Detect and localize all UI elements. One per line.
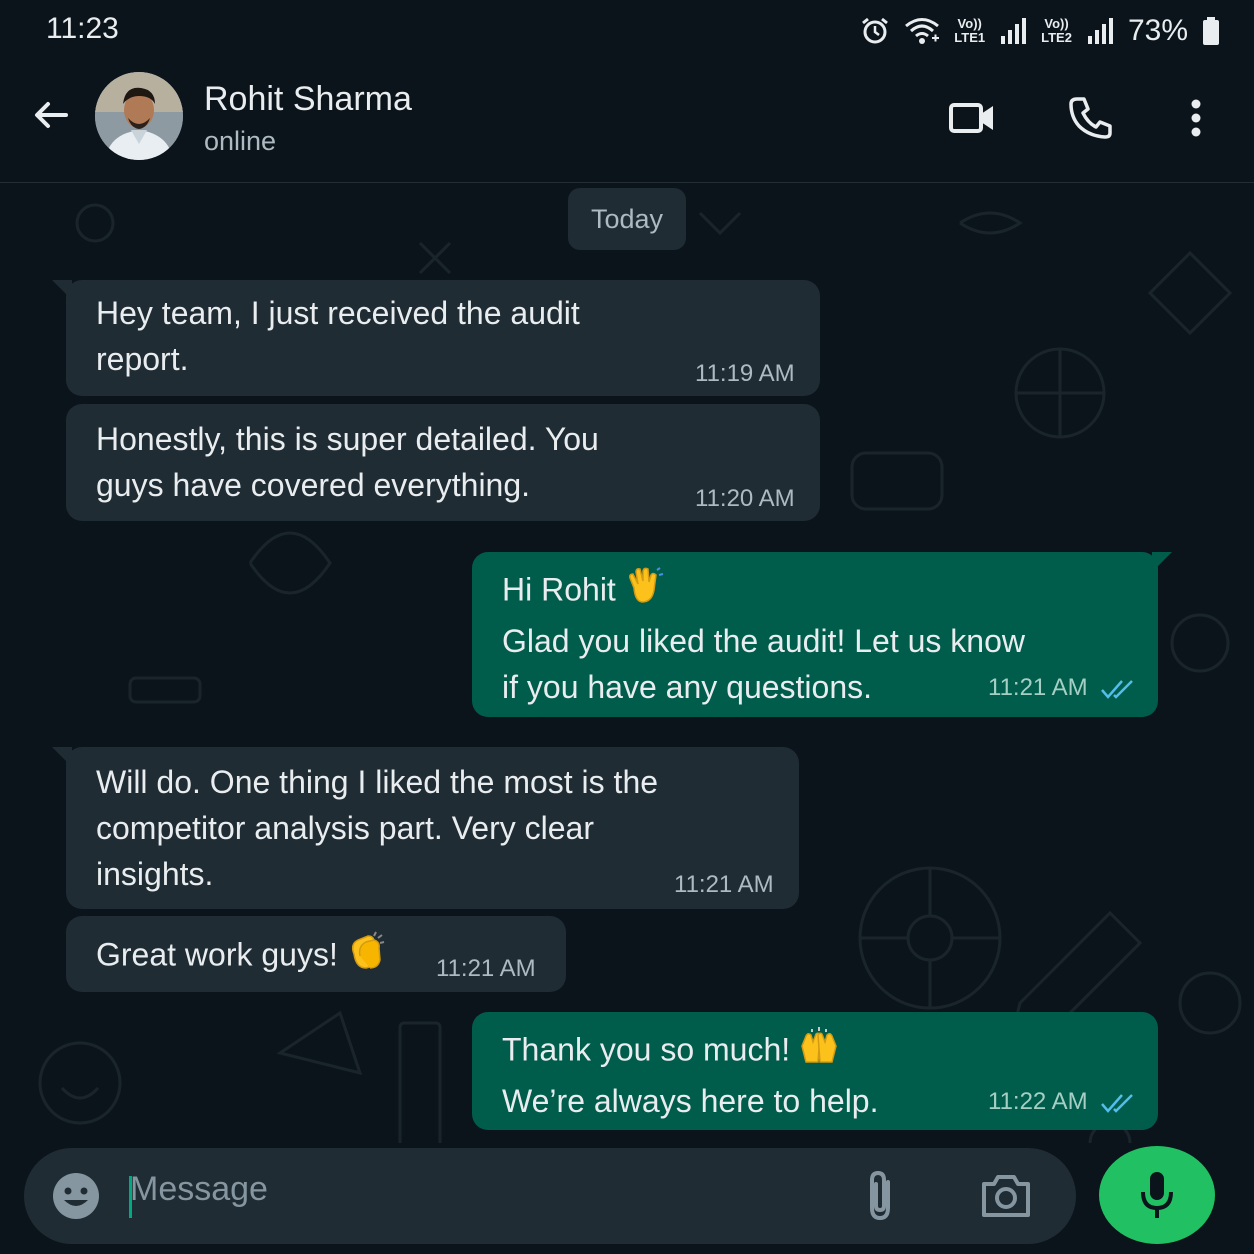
attach-icon[interactable] [858, 1168, 904, 1224]
contact-status: online [204, 126, 277, 156]
sim1-volte: Vo)) [957, 16, 982, 31]
message-line: We’re always here to help. [502, 1083, 879, 1119]
status-bar: 11:23 Vo)) LTE1 Vo)) LTE2 73% [0, 0, 1254, 62]
message-time: 11:21 AM [988, 676, 1138, 700]
message-text: Hi Rohit Glad you liked the audit! Let us… [502, 566, 1025, 710]
sim1-lte: LTE1 [954, 30, 986, 45]
sim2-lte: LTE2 [1041, 30, 1072, 45]
sim1-indicator: Vo)) LTE1 [954, 17, 985, 45]
message-line: Hi Rohit [502, 571, 616, 608]
avatar-photo [95, 72, 183, 160]
voice-call-icon[interactable] [1065, 92, 1117, 144]
message-time: 11:21 AM [436, 955, 536, 982]
camera-icon[interactable] [978, 1170, 1034, 1222]
battery-percent: 73% [1127, 14, 1188, 47]
message-text: Great work guys! [96, 930, 388, 984]
incoming-message[interactable]: Will do. One thing I liked the most is t… [66, 747, 799, 909]
message-text: Thank you so much! We’re always here to h… [502, 1026, 878, 1124]
status-icons: Vo)) LTE1 Vo)) LTE2 73% [860, 10, 1220, 52]
message-line: Glad you liked the audit! Let us know if… [502, 623, 1025, 705]
wifi-icon [905, 18, 940, 44]
sim2-volte: Vo)) [1044, 16, 1069, 31]
voice-message-button[interactable] [1099, 1146, 1215, 1244]
bubble-tail [1152, 552, 1172, 572]
contact-name[interactable]: Rohit Sharma [204, 80, 412, 119]
alarm-icon [862, 17, 889, 44]
waving-hand-emoji [624, 566, 664, 618]
incoming-message[interactable]: Honestly, this is super detailed. You gu… [66, 404, 820, 521]
outgoing-message[interactable]: Hi Rohit Glad you liked the audit! Let us… [472, 552, 1158, 717]
video-call-icon[interactable] [946, 92, 998, 144]
message-line: Thank you so much! [502, 1031, 791, 1068]
message-line: Great work guys! [96, 936, 338, 973]
message-text: Hey team, I just received the audit repo… [96, 295, 580, 377]
chat-header: Rohit Sharma online [0, 62, 1254, 183]
message-input[interactable]: Message [130, 1170, 268, 1209]
message-time-text: 11:21 AM [988, 674, 1088, 701]
more-options-icon[interactable] [1170, 92, 1222, 144]
message-time: 11:19 AM [695, 360, 795, 387]
bubble-tail [52, 280, 72, 300]
date-chip: Today [568, 188, 686, 250]
read-ticks-icon [1101, 679, 1134, 699]
bubble-tail [52, 747, 72, 767]
sim2-indicator: Vo)) LTE2 [1041, 17, 1072, 45]
message-time: 11:22 AM [988, 1090, 1138, 1114]
avatar[interactable] [95, 72, 183, 160]
chat-area[interactable]: Today Hey team, I just received the audi… [0, 183, 1254, 1143]
signal-icon [1087, 18, 1113, 44]
message-time: 11:21 AM [674, 871, 774, 898]
read-ticks-icon [1101, 1093, 1134, 1113]
battery-icon [1203, 17, 1219, 45]
clapping-hands-emoji [346, 930, 388, 984]
raising-hands-emoji [798, 1026, 840, 1078]
message-text: Honestly, this is super detailed. You gu… [96, 421, 599, 503]
incoming-message[interactable]: Hey team, I just received the audit repo… [66, 280, 820, 396]
message-time: 11:20 AM [695, 485, 795, 512]
status-time: 11:23 [46, 12, 119, 45]
emoji-icon[interactable] [50, 1170, 102, 1222]
incoming-message[interactable]: Great work guys! 11:21 AM [66, 916, 566, 992]
message-time-text: 11:22 AM [988, 1088, 1088, 1115]
outgoing-message[interactable]: Thank you so much! We’re always here to h… [472, 1012, 1158, 1130]
microphone-icon [1141, 1172, 1173, 1218]
message-text: Will do. One thing I liked the most is t… [96, 764, 659, 892]
signal-icon [1001, 18, 1027, 44]
back-arrow-icon[interactable] [28, 92, 74, 138]
